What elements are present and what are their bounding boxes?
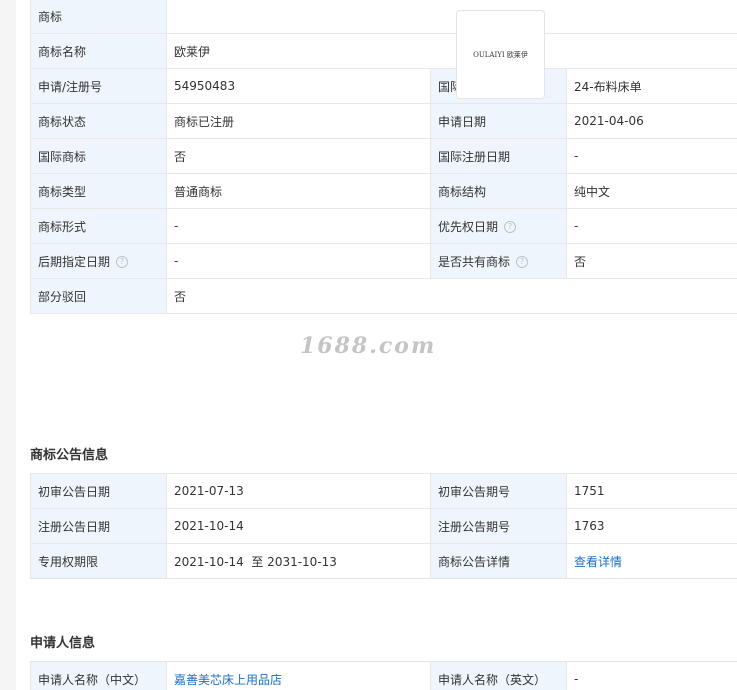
form-label: 商标形式 xyxy=(30,208,167,244)
table-row: 注册公告日期 2021-10-14 注册公告期号 1763 xyxy=(30,508,737,544)
view-detail-link[interactable]: 查看详情 xyxy=(574,555,622,569)
later-label: 后期指定日期 xyxy=(38,254,111,269)
table-row: 专用权期限 2021-10-14 至 2031-10-13 商标公告详情 查看详… xyxy=(30,543,737,579)
detail-cell: 查看详情 xyxy=(566,543,737,579)
applicant-name-en-label: 申请人名称（英文） xyxy=(430,661,567,690)
table-row: 部分驳回 否 xyxy=(30,278,737,314)
shared-cell: 是否共有商标? xyxy=(430,243,567,279)
regno-value: 54950483 xyxy=(166,68,431,104)
announce-table: 初审公告日期 2021-07-13 初审公告期号 1751 注册公告日期 202… xyxy=(30,473,737,579)
intl-mark-value: 否 xyxy=(166,138,431,174)
name-label: 商标名称 xyxy=(30,33,167,69)
table-row: 商标名称 欧莱伊 xyxy=(30,33,737,69)
announce-section-title: 商标公告信息 xyxy=(30,448,109,463)
intl-class-value: 24-布料床单 xyxy=(566,68,737,104)
type-label: 商标类型 xyxy=(30,173,167,209)
prelim-no-label: 初审公告期号 xyxy=(430,473,567,509)
prelim-date-label: 初审公告日期 xyxy=(30,473,167,509)
status-label: 商标状态 xyxy=(30,103,167,139)
applicant-section-title: 申请人信息 xyxy=(30,636,96,651)
detail-label: 商标公告详情 xyxy=(430,543,567,579)
table-row: 商标形式 - 优先权日期? - xyxy=(30,208,737,244)
table-row: 后期指定日期? - 是否共有商标? 否 xyxy=(30,243,737,279)
form-value: - xyxy=(166,208,431,244)
reg-no-label: 注册公告期号 xyxy=(430,508,567,544)
name-value: 欧莱伊 xyxy=(166,33,737,69)
partial-label: 部分驳回 xyxy=(30,278,167,314)
intl-mark-label: 国际商标 xyxy=(30,138,167,174)
regno-label: 申请/注册号 xyxy=(30,68,167,104)
term-label: 专用权期限 xyxy=(30,543,167,579)
intl-reg-date-value: - xyxy=(566,138,737,174)
logo-label: 商标 xyxy=(30,0,167,34)
applicant-name-en-value: - xyxy=(566,661,737,690)
shared-value: 否 xyxy=(566,243,737,279)
trademark-basic-table: 商标 商标名称 欧莱伊 申请/注册号 54950483 国际分类 24-布料床单… xyxy=(30,0,737,314)
prelim-date-value: 2021-07-13 xyxy=(166,473,431,509)
partial-value: 否 xyxy=(166,278,737,314)
intl-reg-date-label: 国际注册日期 xyxy=(430,138,567,174)
applicant-name-cn-link[interactable]: 嘉善美芯床上用品店 xyxy=(174,673,282,687)
status-value: 商标已注册 xyxy=(166,103,431,139)
table-row: 商标 xyxy=(30,0,737,34)
priority-label: 优先权日期 xyxy=(438,219,499,234)
help-icon[interactable]: ? xyxy=(516,256,529,268)
apply-date-value: 2021-04-06 xyxy=(566,103,737,139)
table-row: 国际商标 否 国际注册日期 - xyxy=(30,138,737,174)
priority-value: - xyxy=(566,208,737,244)
table-row: 初审公告日期 2021-07-13 初审公告期号 1751 xyxy=(30,473,737,509)
reg-no-value: 1763 xyxy=(566,508,737,544)
help-icon[interactable]: ? xyxy=(116,256,129,268)
term-value: 2021-10-14 至 2031-10-13 xyxy=(166,543,431,579)
applicant-name-cn-cell: 嘉善美芯床上用品店 xyxy=(166,661,431,690)
applicant-name-cn-label: 申请人名称（中文） xyxy=(30,661,167,690)
priority-cell: 优先权日期? xyxy=(430,208,567,244)
table-row: 商标状态 商标已注册 申请日期 2021-04-06 xyxy=(30,103,737,139)
applicant-table: 申请人名称（中文） 嘉善美芯床上用品店 申请人名称（英文） - xyxy=(30,661,737,690)
reg-date-value: 2021-10-14 xyxy=(166,508,431,544)
reg-date-label: 注册公告日期 xyxy=(30,508,167,544)
apply-date-label: 申请日期 xyxy=(430,103,567,139)
table-row: 商标类型 普通商标 商标结构 纯中文 xyxy=(30,173,737,209)
logo-text: OULAIYI 欧莱伊 xyxy=(473,50,528,59)
logo-cell xyxy=(166,0,737,34)
prelim-no-value: 1751 xyxy=(566,473,737,509)
table-row: 申请/注册号 54950483 国际分类 24-布料床单 xyxy=(30,68,737,104)
help-icon[interactable]: ? xyxy=(504,221,517,233)
table-row: 申请人名称（中文） 嘉善美芯床上用品店 申请人名称（英文） - xyxy=(30,661,737,690)
type-value: 普通商标 xyxy=(166,173,431,209)
later-cell: 后期指定日期? xyxy=(30,243,167,279)
later-value: - xyxy=(166,243,431,279)
watermark: 1688.com xyxy=(300,333,437,359)
structure-value: 纯中文 xyxy=(566,173,737,209)
trademark-logo-image[interactable]: OULAIYI 欧莱伊 xyxy=(456,10,545,99)
shared-label: 是否共有商标 xyxy=(438,254,511,269)
structure-label: 商标结构 xyxy=(430,173,567,209)
